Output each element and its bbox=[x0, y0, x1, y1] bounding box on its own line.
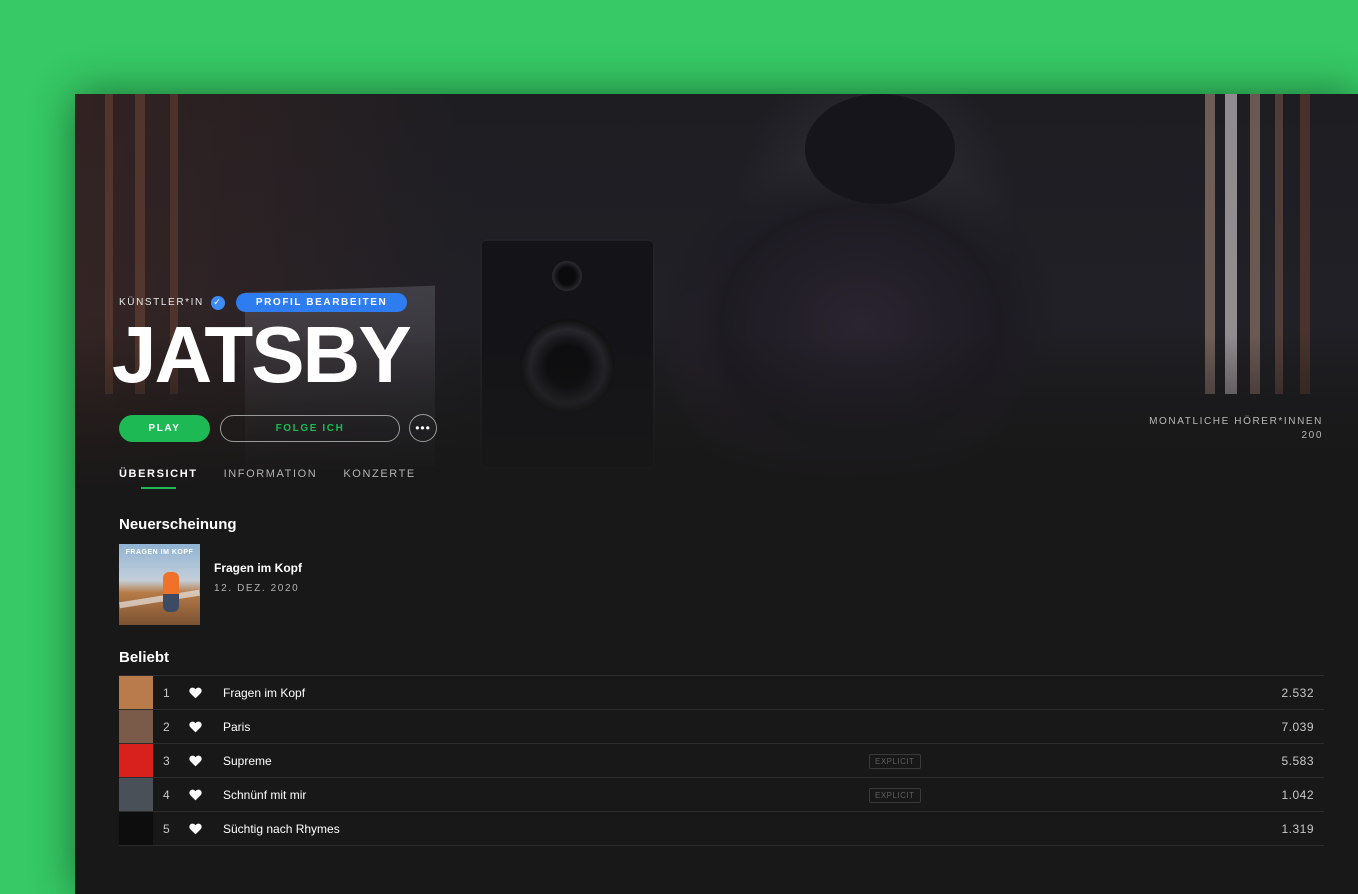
heart-icon[interactable] bbox=[189, 823, 209, 835]
verified-check-icon: ✓ bbox=[210, 295, 225, 310]
explicit-badge: EXPLICIT bbox=[869, 754, 921, 769]
track-thumbnail bbox=[119, 744, 153, 777]
monthly-listeners: MONATLICHE HÖRER*INNEN 200 bbox=[1149, 415, 1323, 443]
track-number: 3 bbox=[163, 753, 170, 768]
artist-name: JATSBY bbox=[112, 310, 412, 399]
monthly-listeners-count: 200 bbox=[1301, 430, 1323, 441]
track-thumbnail bbox=[119, 710, 153, 743]
popular-heading: Beliebt bbox=[119, 649, 170, 666]
track-title: Paris bbox=[223, 719, 251, 734]
table-row[interactable]: 3 Supreme EXPLICIT 5.583 bbox=[119, 743, 1324, 777]
heart-icon[interactable] bbox=[189, 755, 209, 767]
tab-concerts[interactable]: KONZERTE bbox=[343, 468, 416, 480]
track-play-count: 1.042 bbox=[1281, 787, 1314, 802]
track-number: 4 bbox=[163, 787, 170, 802]
track-thumbnail bbox=[119, 778, 153, 811]
table-row[interactable]: 5 Süchtig nach Rhymes 1.319 bbox=[119, 811, 1324, 846]
latest-release[interactable]: FRAGEN IM KOPF Fragen im Kopf 12. DEZ. 2… bbox=[119, 544, 302, 625]
release-info: Fragen im Kopf 12. DEZ. 2020 bbox=[214, 561, 302, 594]
table-row[interactable]: 1 Fragen im Kopf 2.532 bbox=[119, 675, 1324, 709]
release-cover[interactable]: FRAGEN IM KOPF bbox=[119, 544, 200, 625]
track-number: 5 bbox=[163, 821, 170, 836]
track-title: Supreme bbox=[223, 753, 272, 768]
artist-tabs: ÜBERSICHT INFORMATION KONZERTE bbox=[119, 468, 416, 489]
track-title: Fragen im Kopf bbox=[223, 685, 306, 700]
track-title: Schnünf mit mir bbox=[223, 787, 307, 802]
release-title[interactable]: Fragen im Kopf bbox=[214, 561, 302, 575]
track-title: Süchtig nach Rhymes bbox=[223, 821, 340, 836]
heart-icon[interactable] bbox=[189, 687, 209, 699]
play-button[interactable]: PLAY bbox=[119, 415, 210, 442]
monthly-listeners-label: MONATLICHE HÖRER*INNEN bbox=[1149, 416, 1323, 427]
track-thumbnail bbox=[119, 676, 153, 709]
table-row[interactable]: 4 Schnünf mit mir EXPLICIT 1.042 bbox=[119, 777, 1324, 811]
track-play-count: 1.319 bbox=[1281, 821, 1314, 836]
popular-tracklist: 1 Fragen im Kopf 2.532 2 Paris 7.039 3 S… bbox=[119, 675, 1324, 846]
heart-icon[interactable] bbox=[189, 789, 209, 801]
follow-button[interactable]: FOLGE ICH bbox=[220, 415, 400, 442]
track-play-count: 2.532 bbox=[1281, 685, 1314, 700]
latest-release-heading: Neuerscheinung bbox=[119, 516, 237, 533]
track-number: 2 bbox=[163, 719, 170, 734]
spotify-window: KÜNSTLER*IN ✓ PROFIL BEARBEITEN JATSBY P… bbox=[75, 94, 1358, 894]
table-row[interactable]: 2 Paris 7.039 bbox=[119, 709, 1324, 743]
track-number: 1 bbox=[163, 685, 170, 700]
tab-information[interactable]: INFORMATION bbox=[224, 468, 318, 480]
track-play-count: 7.039 bbox=[1281, 719, 1314, 734]
tab-overview[interactable]: ÜBERSICHT bbox=[119, 468, 198, 489]
track-thumbnail bbox=[119, 812, 153, 845]
track-play-count: 5.583 bbox=[1281, 753, 1314, 768]
artist-type-label: KÜNSTLER*IN bbox=[119, 297, 204, 308]
cover-title: FRAGEN IM KOPF bbox=[125, 549, 194, 556]
explicit-badge: EXPLICIT bbox=[869, 788, 921, 803]
more-icon[interactable]: ••• bbox=[409, 414, 437, 442]
release-date: 12. DEZ. 2020 bbox=[214, 583, 300, 594]
heart-icon[interactable] bbox=[189, 721, 209, 733]
